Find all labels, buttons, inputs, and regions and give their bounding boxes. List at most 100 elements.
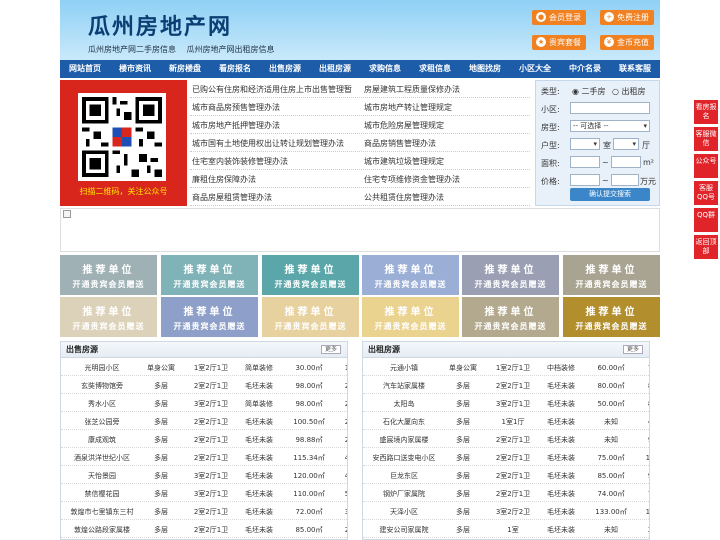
nav-want-rent[interactable]: 求租信息 [410,60,460,78]
ad-banner[interactable] [60,208,660,252]
sale-listing-row[interactable]: 玄奘博物馆旁 多层 2室2厅1卫 毛坯未装 98.00㎡ 21.0万 [61,376,347,394]
rent-listing-row[interactable]: 钢炉厂家属院 多层 2室2厅1卫 毛坯未装 74.00㎡ 700元 [363,484,649,502]
policy-link[interactable]: 廉租住房保障办法 [192,174,256,185]
listing-cell[interactable]: 光明园小区 [63,363,141,373]
policy-link[interactable]: 住宅专项维修资金管理办法 [364,174,460,185]
listing-cell[interactable]: 钢炉厂家属院 [365,489,443,499]
sale-listing-row[interactable]: 天怡景园 多层 3室2厅1卫 毛坯未装 120.00㎡ 45.0万 [61,466,347,484]
rent-listing-row[interactable]: 盛宸境内家属楼 多层 2室2厅1卫 毛坯未装 未知 900元 [363,430,649,448]
vip-button[interactable]: ★ 贵宾套餐 [532,35,586,50]
recommend-tile[interactable]: 推荐单位 开通贵宾会员赠送 [161,255,258,295]
listing-cell[interactable]: 石化大厦向东 [365,417,443,427]
housetype-select[interactable]: -- 可选择 -- ▾ [570,120,650,132]
policy-link[interactable]: 城市房地产抵押管理办法 [192,120,280,131]
policy-link[interactable]: 城市商品房预售管理办法 [192,102,280,113]
recommend-tile[interactable]: 推荐单位 开通贵宾会员赠送 [262,255,359,295]
recommend-tile[interactable]: 推荐单位 开通贵宾会员赠送 [462,297,559,337]
rent-listing-row[interactable]: 安西路口送变电小区 多层 2室2厅1卫 毛坯未装 75.00㎡ 1700元 [363,448,649,466]
listing-cell[interactable]: 玄奘博物馆旁 [63,381,141,391]
sidebar-wechat-button[interactable]: 客服微信 [694,127,718,151]
listing-cell[interactable]: 天怡景园 [63,471,141,481]
nav-for-sale[interactable]: 出售房源 [260,60,310,78]
rent-more-button[interactable]: 更多 [622,345,643,354]
sidebar-qq-group-button[interactable]: QQ群 [694,208,718,232]
recommend-tile[interactable]: 推荐单位 开通贵宾会员赠送 [462,255,559,295]
policy-link[interactable]: 公共租赁住房管理办法 [364,192,444,203]
sidebar-viewing-button[interactable]: 看房报名 [694,100,718,124]
recommend-tile[interactable]: 推荐单位 开通贵宾会员赠送 [60,297,157,337]
area-min-input[interactable] [570,156,600,168]
listing-cell[interactable]: 敦煌市七里镇东三村 [63,507,141,517]
nav-agents[interactable]: 中介名录 [560,60,610,78]
radio-secondhand[interactable]: ◉ 二手房 [572,86,606,97]
recommend-tile[interactable]: 推荐单位 开通贵宾会员赠送 [262,297,359,337]
policy-link[interactable]: 城市建筑垃圾管理规定 [364,156,444,167]
room-select[interactable]: ▾ [570,138,600,150]
sale-listing-row[interactable]: 敦煌公路段家属楼 多层 2室2厅1卫 毛坯未装 85.00㎡ 20.0万 [61,520,347,538]
policy-link[interactable]: 住宅室内装饰装修管理办法 [192,156,288,167]
hall-select[interactable]: ▾ [613,138,639,150]
listing-cell[interactable]: 酒泉洪洋世纪小区 [63,453,141,463]
nav-want-buy[interactable]: 求购信息 [360,60,410,78]
listing-cell[interactable]: 康成观筑 [63,435,141,445]
policy-link[interactable]: 商品房销售管理办法 [364,138,436,149]
sidebar-back-to-top-button[interactable]: 返回顶部 [694,235,718,259]
sale-listing-row[interactable]: 张芝公园旁 多层 2室2厅1卫 毛坯未装 100.50㎡ 28.0万 [61,412,347,430]
coin-button[interactable]: ¥ 金币充值 [600,35,654,50]
policy-link[interactable]: 城市房地产转让管理规定 [364,102,452,113]
nav-home[interactable]: 网站首页 [60,60,110,78]
sale-listing-row[interactable]: 秀水小区 多层 3室2厅1卫 简单装修 98.00㎡ 26.0万 [61,394,347,412]
register-button[interactable]: + 免费注册 [600,10,654,25]
policy-link[interactable]: 商品房屋租赁管理办法 [192,192,272,203]
listing-cell[interactable]: 天泽小区 [365,507,443,517]
rent-listing-row[interactable]: 汽车站家属楼 多层 2室2厅1卫 毛坯未装 80.00㎡ 800元 [363,376,649,394]
listing-cell[interactable]: 安西路口送变电小区 [365,453,443,463]
sale-more-button[interactable]: 更多 [320,345,341,354]
sidebar-official-account-button[interactable]: 公众号 [694,154,718,178]
listing-cell[interactable]: 太阳岛 [365,399,443,409]
sale-listing-row[interactable]: 禁信樱花园 多层 3室2厅1卫 毛坯未装 110.00㎡ 55.0万 [61,484,347,502]
sidebar-qq-button[interactable]: 客服QQ号 [694,181,718,205]
listing-cell[interactable]: 汽车站家属楼 [365,381,443,391]
listing-cell[interactable]: 元通小镇 [365,363,443,373]
policy-link[interactable]: 城市危险房屋管理规定 [364,120,444,131]
nav-new-homes[interactable]: 新房楼盘 [160,60,210,78]
listing-cell[interactable]: 秀水小区 [63,399,141,409]
sale-listing-row[interactable]: 敦煌市七里镇东三村 多层 2室2厅1卫 毛坯未装 72.00㎡ 30.0万 [61,502,347,520]
rent-listing-row[interactable]: 巨龙东区 多层 2室2厅1卫 毛坯未装 85.00㎡ 900元 [363,466,649,484]
recommend-tile[interactable]: 推荐单位 开通贵宾会员赠送 [362,297,459,337]
nav-map[interactable]: 地图找房 [460,60,510,78]
listing-cell[interactable]: 巨龙东区 [365,471,443,481]
listing-cell[interactable]: 盛宸境内家属楼 [365,435,443,445]
community-input[interactable] [570,102,650,114]
search-submit-button[interactable]: 确认提交搜索 [570,188,650,201]
listing-cell[interactable]: 禁信樱花园 [63,489,141,499]
policy-link[interactable]: 已购公有住房和经济适用住房上市出售管理暂 [192,84,352,95]
policy-link[interactable]: 房屋建筑工程质量保修办法 [364,84,460,95]
policy-link[interactable]: 城市国有土地使用权出让转让规划管理办法 [192,138,344,149]
rent-listing-row[interactable]: 建安公司家属院 多层 1室 毛坯未装 未知 200元 [363,520,649,538]
recommend-tile[interactable]: 推荐单位 开通贵宾会员赠送 [60,255,157,295]
login-button[interactable]: ● 会员登录 [532,10,586,25]
nav-news[interactable]: 楼市资讯 [110,60,160,78]
nav-communities[interactable]: 小区大全 [510,60,560,78]
listing-cell[interactable]: 敦煌公路段家属楼 [63,525,141,535]
recommend-tile[interactable]: 推荐单位 开通贵宾会员赠送 [161,297,258,337]
recommend-tile[interactable]: 推荐单位 开通贵宾会员赠送 [362,255,459,295]
rent-listing-row[interactable]: 太阳岛 多层 3室2厅1卫 毛坯未装 50.00㎡ 800元 [363,394,649,412]
subtitle-link-sale[interactable]: 瓜州房地产网二手房信息 [88,45,176,54]
area-max-input[interactable] [611,156,641,168]
price-min-input[interactable] [570,174,600,186]
sale-listing-row[interactable]: 光明园小区单身公寓 1室2厅1卫 简单装修 30.00㎡ 10.0万 [61,358,347,376]
listing-cell[interactable]: 张芝公园旁 [63,417,141,427]
nav-support[interactable]: 联系客服 [610,60,660,78]
price-max-input[interactable] [611,174,639,186]
recommend-tile[interactable]: 推荐单位 开通贵宾会员赠送 [563,255,660,295]
rent-listing-row[interactable]: 元通小镇单身公寓 1室2厅1卫 中档装修 60.00㎡ 700元 [363,358,649,376]
nav-for-rent[interactable]: 出租房源 [310,60,360,78]
subtitle-link-rent[interactable]: 瓜州房地产网出租房信息 [187,45,275,54]
site-title[interactable]: 瓜州房地产网 [88,9,232,41]
radio-rent[interactable]: ○ 出租房 [612,86,646,97]
listing-cell[interactable]: 建安公司家属院 [365,525,443,535]
rent-listing-row[interactable]: 石化大厦向东 多层 1室1厅 毛坯未装 未知 400元 [363,412,649,430]
